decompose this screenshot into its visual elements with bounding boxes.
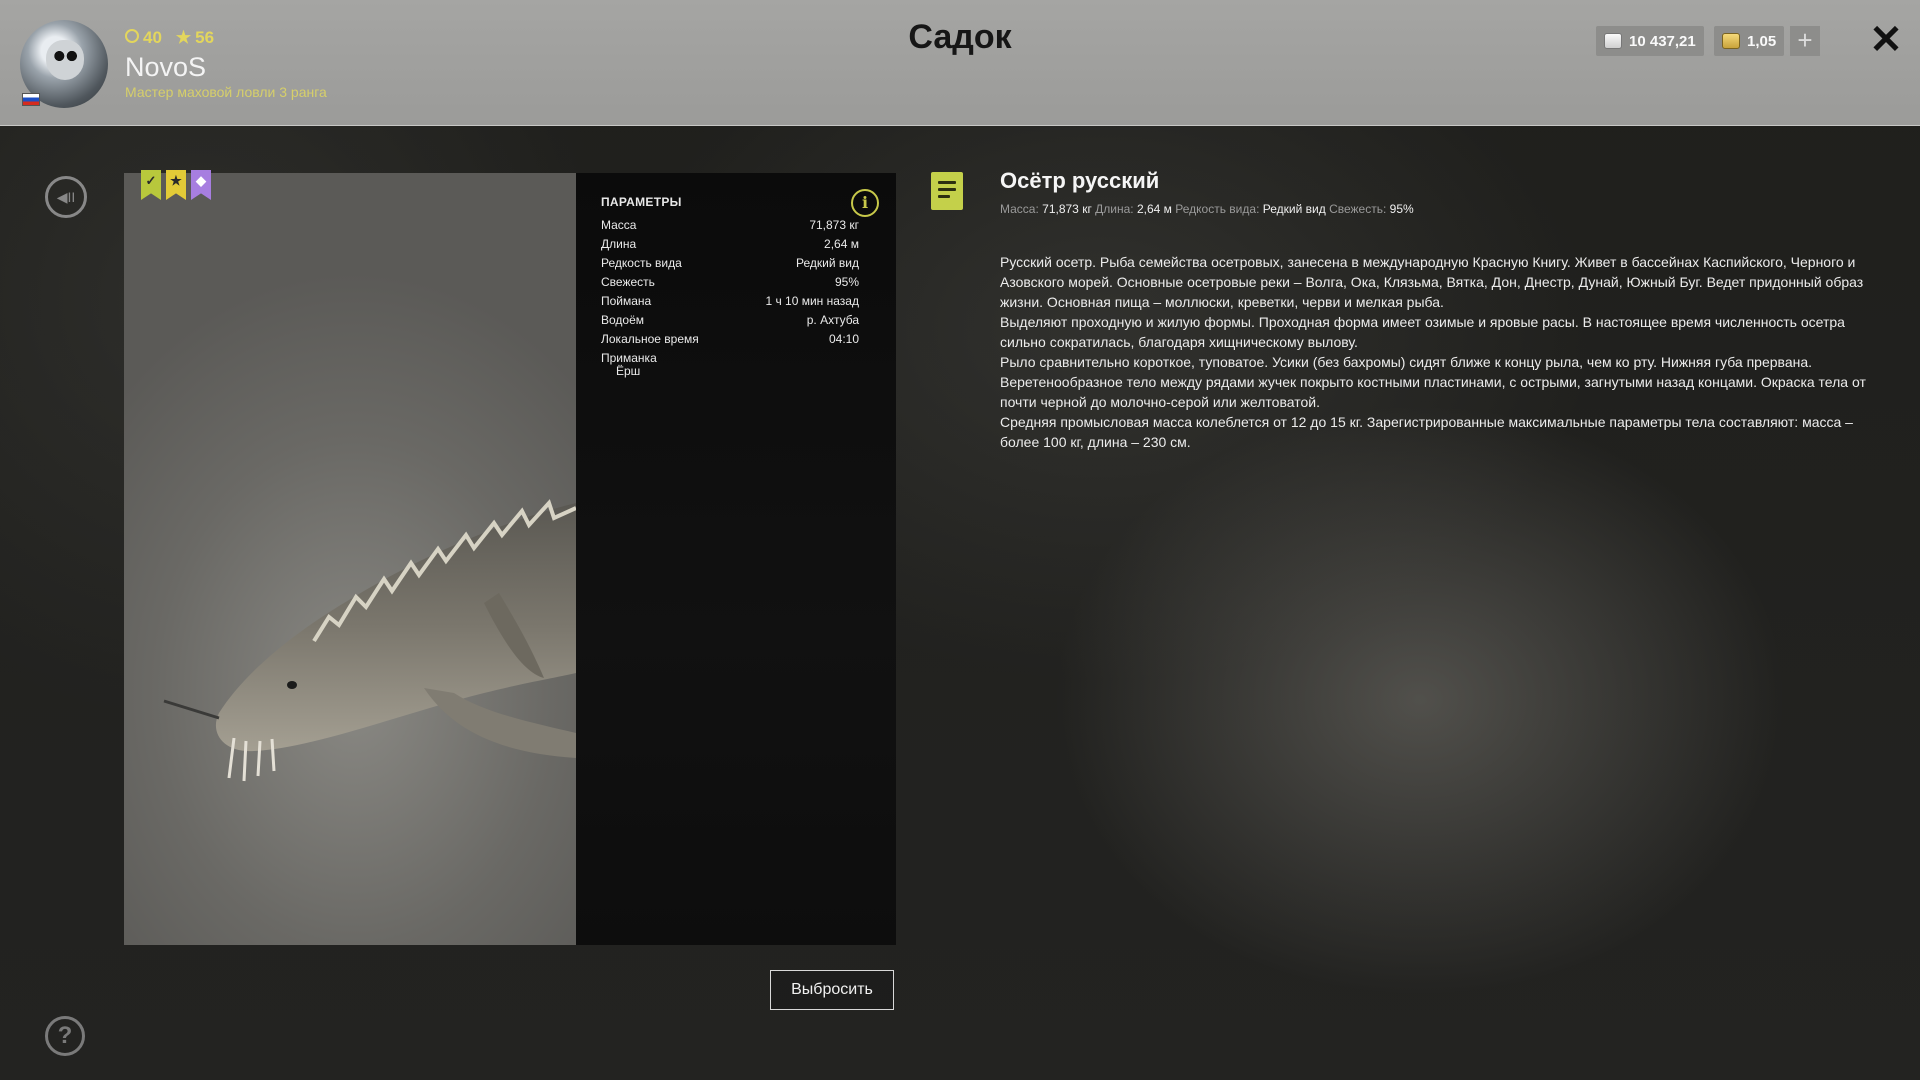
gold-balance: 1,05 bbox=[1714, 26, 1785, 56]
summary-rarity-value: Редкий вид bbox=[1262, 202, 1326, 216]
parameters-title: ПАРАМЕТРЫ bbox=[601, 195, 682, 209]
param-value: Редкий вид bbox=[796, 256, 859, 270]
top-bar: 40 ★ 56 NovoS Мастер маховой ловли 3 ранг… bbox=[0, 0, 1920, 126]
summary-freshness-value: 95% bbox=[1389, 202, 1414, 216]
param-row-lure: Приманка bbox=[601, 351, 859, 365]
user-rank: Мастер маховой ловли 3 ранга bbox=[125, 84, 327, 100]
param-row-freshness: Свежесть 95% bbox=[601, 275, 859, 289]
back-arrow-icon: ◀II bbox=[56, 189, 76, 205]
info-icon[interactable]: i bbox=[851, 189, 879, 217]
description-paragraph: Русский осетр. Рыба семейства осетровых,… bbox=[1000, 254, 1864, 310]
fish-summary: Масса: 71,873 кг Длина: 2,64 м Редкость … bbox=[1000, 202, 1414, 216]
sturgeon-image bbox=[163, 499, 576, 782]
russia-flag-icon bbox=[22, 93, 40, 106]
back-button[interactable]: ◀II bbox=[45, 176, 87, 218]
parameters-panel: ПАРАМЕТРЫ i Масса 71,873 кг Длина 2,64 м… bbox=[576, 173, 896, 945]
gold-coin-icon bbox=[1722, 33, 1740, 49]
param-label: Длина bbox=[601, 237, 637, 251]
param-label: Свежесть bbox=[601, 275, 655, 289]
question-icon: ? bbox=[57, 1022, 73, 1049]
fish-name: Осётр русский bbox=[1000, 168, 1160, 193]
param-value: 95% bbox=[834, 275, 859, 289]
description-paragraph: Выделяют проходную и жилую формы. Проход… bbox=[1000, 314, 1845, 350]
star-badge-icon: ★ bbox=[166, 170, 186, 200]
param-value: 04:10 bbox=[828, 332, 859, 346]
add-currency-button[interactable]: + bbox=[1790, 26, 1820, 56]
summary-freshness-label: Свежесть: bbox=[1329, 202, 1387, 216]
close-button[interactable]: ✕ bbox=[1864, 18, 1908, 62]
param-label: Поймана bbox=[601, 294, 652, 308]
param-value: 1 ч 10 мин назад bbox=[765, 294, 859, 308]
param-row-length: Длина 2,64 м bbox=[601, 237, 859, 251]
discard-button[interactable]: Выбросить bbox=[770, 970, 894, 1010]
summary-mass-value: 71,873 кг bbox=[1042, 202, 1092, 216]
lure-value: Ёрш bbox=[616, 364, 641, 378]
silver-coin-icon bbox=[1604, 33, 1622, 49]
param-value: 2,64 м bbox=[824, 237, 859, 251]
param-label: Локальное время bbox=[601, 332, 699, 346]
param-row-rarity: Редкость вида Редкий вид bbox=[601, 256, 859, 270]
param-row-mass: Масса 71,873 кг bbox=[601, 218, 859, 232]
summary-length-value: 2,64 м bbox=[1136, 202, 1172, 216]
description-paragraph: Средняя промысловая масса колеблется от … bbox=[1000, 414, 1853, 450]
silver-balance: 10 437,21 bbox=[1596, 26, 1704, 56]
summary-rarity-label: Редкость вида: bbox=[1175, 202, 1260, 216]
fish-description: Русский осетр. Рыба семейства осетровых,… bbox=[1000, 252, 1870, 452]
param-label: Редкость вида bbox=[601, 256, 682, 270]
param-row-waterbody: Водоём р. Ахтуба bbox=[601, 313, 859, 327]
param-value: р. Ахтуба bbox=[806, 313, 859, 327]
close-icon: ✕ bbox=[1869, 18, 1903, 62]
plus-icon: + bbox=[1797, 25, 1813, 55]
check-badge-icon: ✓ bbox=[141, 170, 161, 200]
param-label: Приманка bbox=[601, 351, 657, 365]
gold-value: 1,05 bbox=[1747, 32, 1777, 50]
summary-length-label: Длина: bbox=[1095, 202, 1134, 216]
rare-badge-icon: ◆ bbox=[191, 170, 211, 200]
description-paragraph: Рыло сравнительно короткое, туповатое. У… bbox=[1000, 354, 1866, 410]
fish-image-panel bbox=[124, 173, 576, 945]
param-label: Масса bbox=[601, 218, 637, 232]
param-row-local-time: Локальное время 04:10 bbox=[601, 332, 859, 346]
help-button[interactable]: ? bbox=[45, 1016, 85, 1056]
note-icon bbox=[931, 172, 963, 210]
param-value: 71,873 кг bbox=[809, 218, 859, 232]
fish-badges: ✓ ★ ◆ bbox=[141, 170, 211, 200]
silver-value: 10 437,21 bbox=[1629, 32, 1696, 50]
param-row-caught: Поймана 1 ч 10 мин назад bbox=[601, 294, 859, 308]
summary-mass-label: Масса: bbox=[1000, 202, 1039, 216]
param-label: Водоём bbox=[601, 313, 645, 327]
